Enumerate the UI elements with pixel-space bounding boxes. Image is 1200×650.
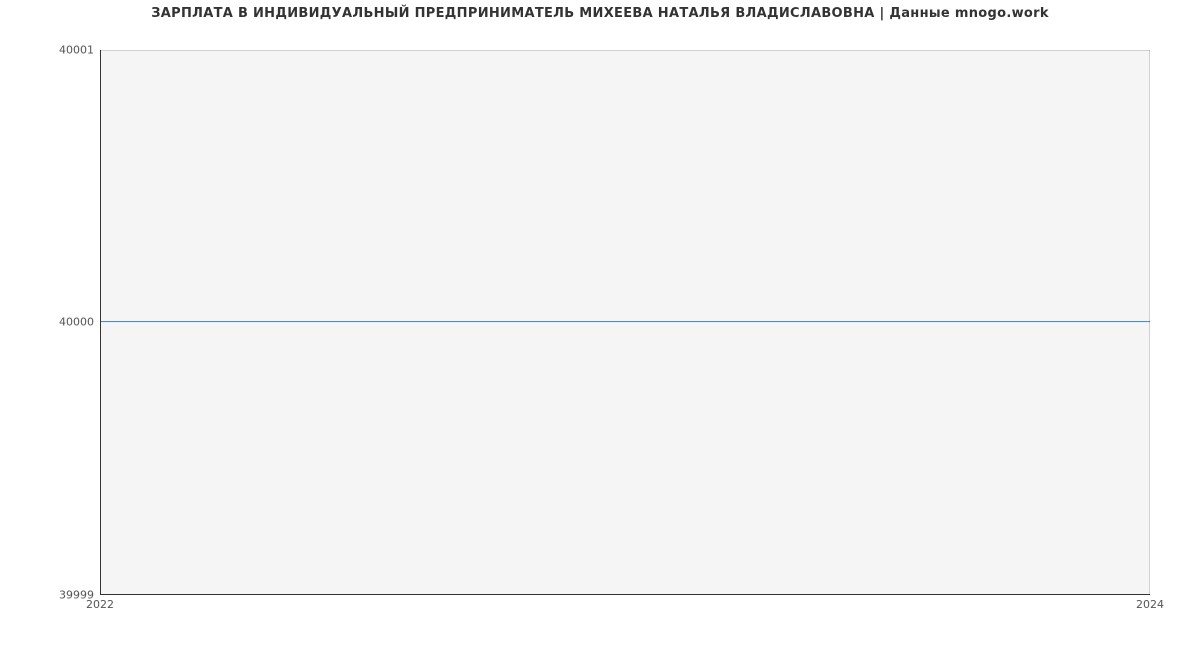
xtick-left: 2022 [86, 598, 114, 611]
ytick-bottom: 39999 [34, 589, 94, 602]
data-line [101, 321, 1150, 322]
xtick-right: 2024 [1136, 598, 1164, 611]
plot-area [100, 50, 1150, 595]
chart-title: ЗАРПЛАТА В ИНДИВИДУАЛЬНЫЙ ПРЕДПРИНИМАТЕЛ… [0, 6, 1200, 21]
ytick-mid: 40000 [34, 316, 94, 329]
line-chart: ЗАРПЛАТА В ИНДИВИДУАЛЬНЫЙ ПРЕДПРИНИМАТЕЛ… [0, 0, 1200, 650]
ytick-top: 40001 [34, 44, 94, 57]
